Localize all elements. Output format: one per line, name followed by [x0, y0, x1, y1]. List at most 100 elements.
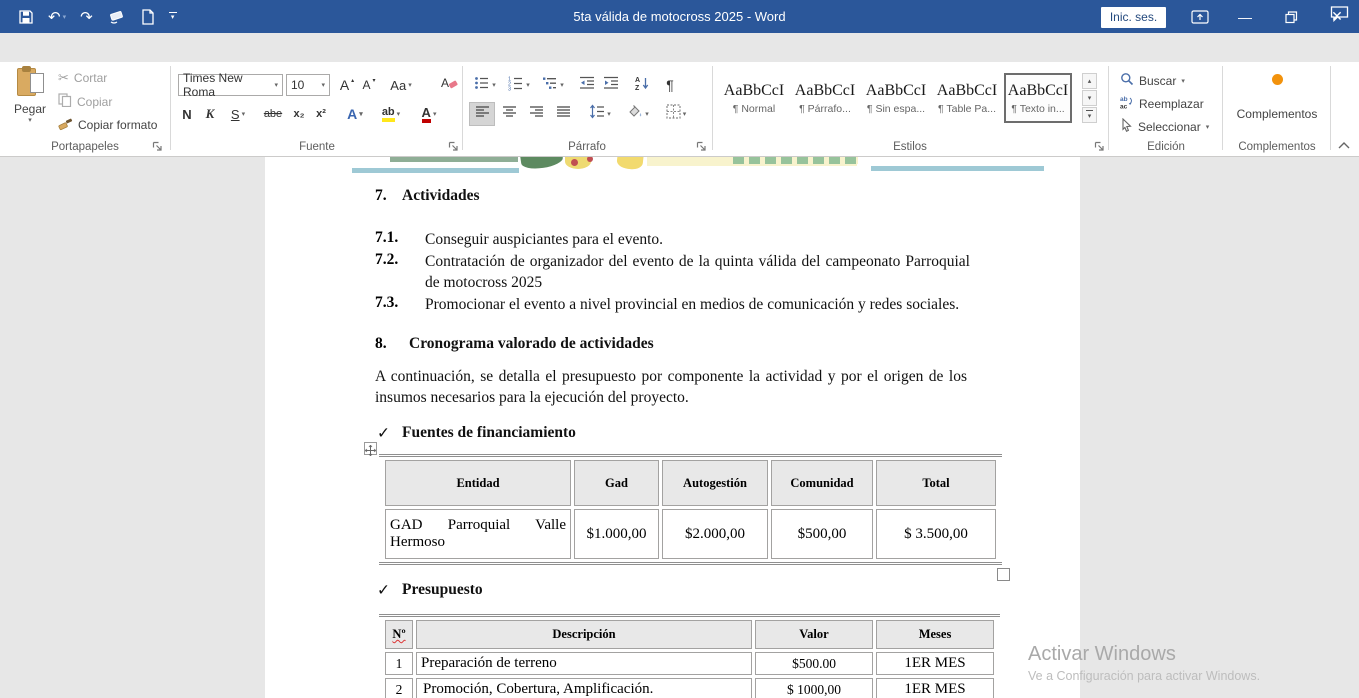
show-marks-button[interactable]: ¶: [660, 74, 680, 96]
multilevel-list-button[interactable]: ▾: [538, 74, 568, 96]
grow-font-button[interactable]: A▴: [336, 74, 358, 96]
funding-table[interactable]: Entidad Gad Autogestión Comunidad Total …: [379, 454, 1002, 565]
ribbon-display-options-button[interactable]: [1183, 0, 1217, 33]
bold-button[interactable]: N: [178, 103, 196, 125]
font-color-button[interactable]: A ▾: [412, 103, 446, 125]
budget-cell[interactable]: 1: [385, 652, 413, 675]
format-painter-button[interactable]: Copiar formato: [58, 116, 157, 134]
funding-cell[interactable]: GAD Parroquial Valle Hermoso: [385, 509, 571, 559]
group-label-clipboard: Portapapeles: [0, 141, 170, 153]
budget-cell[interactable]: Preparación de terreno: [416, 652, 752, 675]
budget-header-cell[interactable]: Meses: [876, 620, 994, 649]
styles-scroll-down-button[interactable]: ▾: [1082, 90, 1097, 106]
font-dialog-launcher[interactable]: [448, 139, 460, 151]
align-left-button[interactable]: [470, 103, 494, 125]
funding-cell[interactable]: $1.000,00: [574, 509, 659, 559]
budget-header-cell[interactable]: Descripción: [416, 620, 752, 649]
cut-button[interactable]: ✂ Cortar: [58, 70, 107, 86]
budget-cell[interactable]: $ 1000,00: [755, 678, 873, 698]
funding-title: Fuentes de financiamiento: [402, 424, 576, 442]
styles-dialog-launcher[interactable]: [1094, 139, 1106, 151]
style-card-sin-espaciado[interactable]: AaBbCcI ¶ Sin espa...: [862, 73, 930, 123]
find-button[interactable]: Buscar▾: [1120, 72, 1185, 89]
line-spacing-button[interactable]: ▾: [584, 103, 616, 125]
replace-button[interactable]: abac Reemplazar: [1120, 95, 1204, 112]
document-area[interactable]: 7. Actividades 7.1. Conseguir auspiciant…: [0, 157, 1359, 698]
group-divider: [1222, 66, 1223, 150]
item-7-1-number: 7.1.: [375, 229, 398, 247]
sign-in-button[interactable]: Inic. ses.: [1101, 7, 1166, 28]
funding-header-cell[interactable]: Gad: [574, 460, 659, 506]
bullets-button[interactable]: ▾: [470, 74, 500, 96]
funding-cell[interactable]: $500,00: [771, 509, 873, 559]
change-case-button[interactable]: Aa▾: [385, 74, 417, 96]
feedback-bubble-icon[interactable]: [1330, 5, 1349, 27]
decrease-indent-button[interactable]: [576, 74, 598, 96]
funding-cell[interactable]: $2.000,00: [662, 509, 768, 559]
select-button[interactable]: Seleccionar▾: [1120, 118, 1209, 135]
font-family-combo[interactable]: Times New Roma▾: [178, 74, 283, 96]
budget-cell[interactable]: 1ER MES: [876, 652, 994, 675]
svg-text:Z: Z: [635, 85, 640, 91]
document-page[interactable]: 7. Actividades 7.1. Conseguir auspiciant…: [265, 157, 1080, 698]
restore-button[interactable]: [1274, 0, 1308, 33]
funding-header-cell[interactable]: Entidad: [385, 460, 571, 506]
subscript-button[interactable]: x₂: [289, 103, 309, 125]
activate-windows-watermark: Activar Windows: [1028, 643, 1176, 666]
sort-button[interactable]: AZ: [630, 74, 654, 96]
svg-text:A: A: [635, 77, 640, 84]
letterhead-crest-red-dot: [571, 159, 578, 166]
budget-cell[interactable]: Promoción, Cobertura, Amplificación.: [416, 678, 752, 698]
budget-cell[interactable]: 2: [385, 678, 413, 698]
copy-button[interactable]: Copiar: [58, 93, 112, 110]
align-right-button[interactable]: [524, 103, 548, 125]
budget-header-cell[interactable]: Valor: [755, 620, 873, 649]
underline-button[interactable]: S▾: [224, 103, 252, 125]
text-effects-button[interactable]: A▾: [340, 103, 370, 125]
budget-table[interactable]: Nº Descripción Valor Meses 1 Preparación…: [379, 614, 1000, 698]
align-center-button[interactable]: [497, 103, 521, 125]
font-size-combo[interactable]: 10▾: [286, 74, 330, 96]
justify-button[interactable]: [551, 103, 575, 125]
table-move-handle[interactable]: [364, 442, 377, 455]
body-paragraph: A continuación, se detalla el presupuest…: [375, 366, 967, 408]
shading-button[interactable]: ▾: [622, 103, 654, 125]
svg-text:A: A: [441, 76, 449, 90]
funding-header-cell[interactable]: Comunidad: [771, 460, 873, 506]
funding-header-cell[interactable]: Autogestión: [662, 460, 768, 506]
style-card-parrafo[interactable]: AaBbCcI ¶ Párrafo...: [791, 73, 859, 123]
table-resize-handle[interactable]: [997, 568, 1010, 581]
italic-button[interactable]: K: [201, 103, 219, 125]
add-ins-button[interactable]: Complementos: [1224, 70, 1330, 121]
shrink-font-button[interactable]: A▾: [359, 74, 379, 96]
budget-cell[interactable]: $500.00: [755, 652, 873, 675]
group-divider: [170, 66, 171, 150]
borders-button[interactable]: ▾: [660, 103, 692, 125]
increase-indent-button[interactable]: [600, 74, 622, 96]
funding-cell[interactable]: $ 3.500,00: [876, 509, 996, 559]
multilevel-list-icon: [542, 75, 558, 96]
highlight-color-button[interactable]: ab ▾: [374, 103, 408, 125]
table-row: 1 Preparación de terreno $500.00 1ER MES: [385, 652, 994, 675]
paste-button[interactable]: Pegar ▾: [8, 66, 52, 124]
numbering-button[interactable]: 123 ▾: [504, 74, 534, 96]
clipboard-dialog-launcher[interactable]: [152, 139, 164, 151]
styles-gallery-more-button[interactable]: ▾: [1082, 107, 1097, 123]
budget-header-cell[interactable]: Nº: [385, 620, 413, 649]
superscript-button[interactable]: x²: [311, 103, 331, 125]
group-divider: [1330, 66, 1331, 150]
paragraph-dialog-launcher[interactable]: [696, 139, 708, 151]
clear-formatting-button[interactable]: A: [436, 74, 462, 96]
item-7-3-number: 7.3.: [375, 294, 398, 312]
minimize-button[interactable]: —: [1228, 0, 1262, 33]
funding-header-cell[interactable]: Total: [876, 460, 996, 506]
style-card-texto-independiente[interactable]: AaBbCcI ¶ Texto in...: [1004, 73, 1072, 123]
style-card-normal[interactable]: AaBbCcI ¶ Normal: [720, 73, 788, 123]
budget-cell[interactable]: 1ER MES: [876, 678, 994, 698]
style-card-table-paragraph[interactable]: AaBbCcI ¶ Table Pa...: [933, 73, 1001, 123]
group-divider: [1108, 66, 1109, 150]
styles-scroll-up-button[interactable]: ▴: [1082, 73, 1097, 89]
strikethrough-button[interactable]: abe: [260, 103, 286, 125]
group-divider: [712, 66, 713, 150]
collapse-ribbon-button[interactable]: [1337, 139, 1351, 157]
